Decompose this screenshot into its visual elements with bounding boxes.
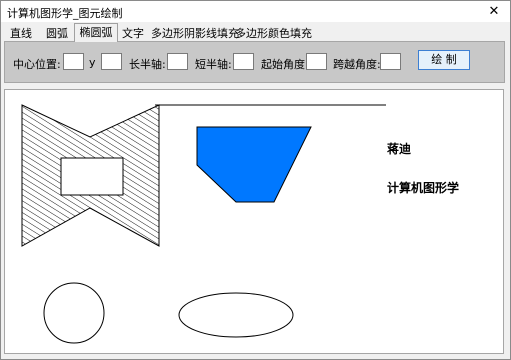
sweep-angle-input[interactable]	[380, 53, 401, 70]
sweep-angle-label: 跨越角度:	[333, 58, 381, 71]
tab-line[interactable]: 直线	[5, 25, 37, 41]
center-x-input[interactable]	[63, 53, 84, 70]
ellipse-shape	[178, 292, 294, 338]
main-window: 计算机图形学_图元绘制 ✕ 直线 圆弧 椭圆弧 文字 多边形阴影线填充 多边形颜…	[0, 0, 511, 360]
major-axis-input[interactable]	[167, 53, 188, 70]
blue-filled-polygon	[196, 126, 312, 203]
drawing-canvas[interactable]: 蒋迪 计算机图形学	[4, 89, 504, 354]
hatched-polygon	[21, 104, 160, 247]
course-text: 计算机图形学	[387, 181, 460, 195]
major-axis-label: 长半轴:	[129, 58, 166, 71]
tab-polygon-hatch-fill[interactable]: 多边形阴影线填充	[150, 25, 239, 41]
start-angle-input[interactable]	[306, 53, 327, 70]
tab-ellipse-arc[interactable]: 椭圆弧	[74, 23, 118, 42]
close-icon: ✕	[488, 4, 500, 19]
center-y-input[interactable]	[101, 53, 122, 70]
tab-arc[interactable]: 圆弧	[39, 25, 75, 41]
ellipse-arc-panel: 中心位置: x y 长半轴: 短半轴: 起始角度: 跨越角度: 绘 制	[4, 41, 505, 83]
minor-axis-input[interactable]	[233, 53, 254, 70]
circle-shape	[43, 282, 105, 344]
minor-axis-label: 短半轴:	[195, 58, 232, 71]
tab-text[interactable]: 文字	[118, 25, 148, 41]
draw-button[interactable]: 绘 制	[418, 50, 470, 70]
title-bar: 计算机图形学_图元绘制 ✕	[1, 1, 510, 22]
author-text: 蒋迪	[387, 142, 412, 156]
tab-strip: 直线 圆弧 椭圆弧 文字 多边形阴影线填充 多边形颜色填充	[1, 23, 510, 42]
start-angle-label: 起始角度:	[261, 58, 309, 71]
center-y-label: y	[89, 56, 96, 69]
close-button[interactable]: ✕	[478, 1, 510, 22]
tab-polygon-color-fill[interactable]: 多边形颜色填充	[234, 25, 312, 41]
canvas-drawing	[21, 104, 386, 344]
polygon-hole	[60, 157, 124, 196]
window-title: 计算机图形学_图元绘制	[7, 7, 123, 20]
